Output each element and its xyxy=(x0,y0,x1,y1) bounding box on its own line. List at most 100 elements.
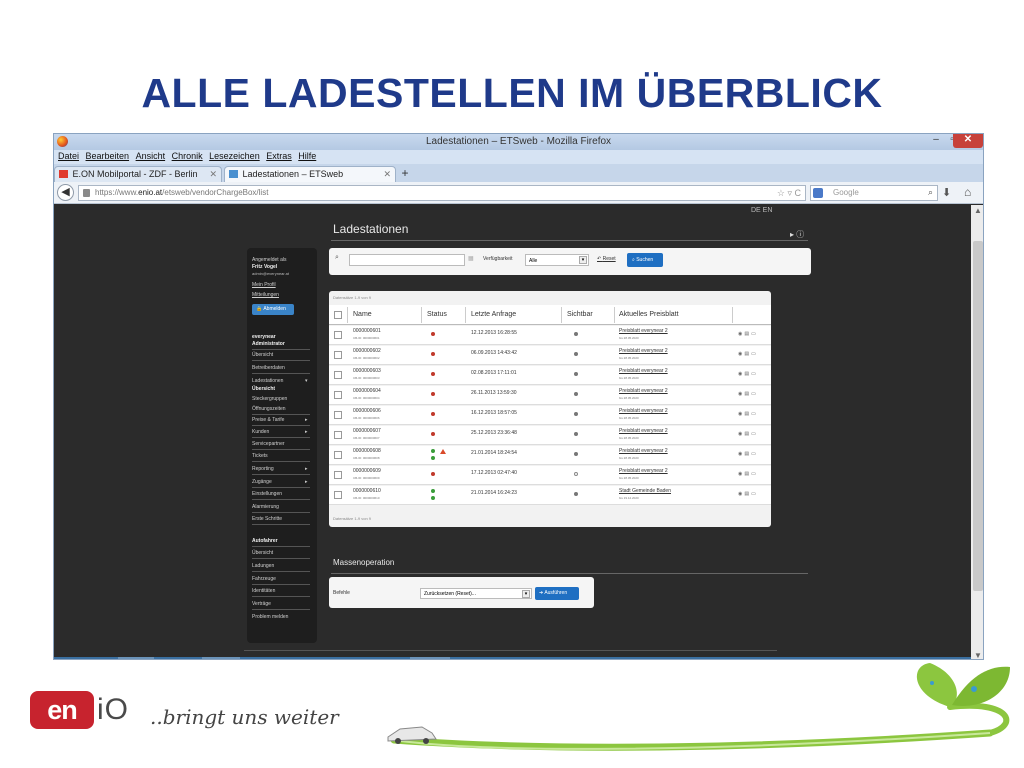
row-action-icons[interactable]: ◉▤▭ xyxy=(738,351,758,357)
taskbar-item[interactable] xyxy=(202,657,240,659)
row-checkbox[interactable] xyxy=(334,471,342,479)
download-icon[interactable]: ⬇ xyxy=(942,186,951,199)
messages-link[interactable]: Mitteilungen xyxy=(252,292,279,298)
url-bar[interactable]: https://www.enio.at/etsweb/vendorChargeB… xyxy=(78,185,806,201)
row-checkbox[interactable] xyxy=(334,491,342,499)
table-row[interactable]: 0000000609 CB-ID: 0000000609 17.12.2013 … xyxy=(329,466,771,485)
sidebar-item-vertraege[interactable]: Verträge xyxy=(252,601,271,607)
scroll-up-icon[interactable]: ▲ xyxy=(974,206,982,215)
taskbar-item[interactable] xyxy=(118,657,154,659)
price-sheet-link[interactable]: Preisblatt everynear 2 xyxy=(619,428,668,434)
menu-extras[interactable]: Extras xyxy=(266,151,292,161)
language-switch[interactable]: DE EN xyxy=(751,207,772,214)
column-header-visible[interactable]: Sichtbar xyxy=(567,311,593,318)
sidebar-item-ladestationen[interactable]: Ladestationen xyxy=(252,378,283,384)
menu-ansicht[interactable]: Ansicht xyxy=(136,151,166,161)
menu-chronik[interactable]: Chronik xyxy=(172,151,203,161)
price-sheet-link[interactable]: Preisblatt everynear 2 xyxy=(619,348,668,354)
row-action-icons[interactable]: ◉▤▭ xyxy=(738,331,758,337)
price-sheet-link[interactable]: Preisblatt everynear 2 xyxy=(619,468,668,474)
tab-close-icon[interactable]: ✕ xyxy=(209,169,217,180)
table-row[interactable]: 0000000603 CB-ID: 0000000603 02.08.2013 … xyxy=(329,366,771,385)
table-row[interactable]: 0000000604 CB-ID: 0000000604 26.11.2013 … xyxy=(329,386,771,405)
search-button[interactable]: ⌕ Suchen xyxy=(627,253,663,267)
row-checkbox[interactable] xyxy=(334,391,342,399)
sidebar-item-tickets[interactable]: Tickets xyxy=(252,453,268,459)
close-window-button[interactable]: ✕ xyxy=(953,134,983,148)
column-header-last-request[interactable]: Letzte Anfrage xyxy=(471,311,516,318)
vertical-scrollbar[interactable]: ▲ ▼ xyxy=(971,205,983,659)
sidebar-item-betreiberdaten[interactable]: Betreiberdaten xyxy=(252,365,285,371)
price-sheet-link[interactable]: Preisblatt everynear 2 xyxy=(619,368,668,374)
row-action-icons[interactable]: ◉▤▭ xyxy=(738,451,758,457)
price-sheet-link[interactable]: Preisblatt everynear 2 xyxy=(619,408,668,414)
sidebar-item-servicepartner[interactable]: Servicepartner xyxy=(252,441,285,447)
row-checkbox[interactable] xyxy=(334,431,342,439)
execute-button[interactable]: ➜ Ausführen xyxy=(535,587,579,600)
row-checkbox[interactable] xyxy=(334,351,342,359)
menu-lesezeichen[interactable]: Lesezeichen xyxy=(209,151,260,161)
sidebar-item-reporting[interactable]: Reporting xyxy=(252,466,274,472)
sidebar-item-kunden[interactable]: Kunden xyxy=(252,429,269,435)
table-row[interactable]: 0000000608 CB-ID: 0000000608 21.01.2014 … xyxy=(329,446,771,465)
row-action-icons[interactable]: ◉▤▭ xyxy=(738,411,758,417)
logout-button[interactable]: 🔒 Abmelden xyxy=(252,304,294,315)
sidebar-item-einstellungen[interactable]: Einstellungen xyxy=(252,491,282,497)
table-row[interactable]: 0000000601 CB-ID: 0000000601 12.12.2013 … xyxy=(329,326,771,345)
menu-hilfe[interactable]: Hilfe xyxy=(298,151,316,161)
sidebar-item-preise[interactable]: Preise & Tarife xyxy=(252,417,284,423)
tab-eon[interactable]: E.ON Mobilportal - ZDF - Berlin ✕ xyxy=(54,166,222,182)
profile-link[interactable]: Mein Profil xyxy=(252,282,276,288)
menu-datei[interactable]: Datei xyxy=(58,151,79,161)
reset-link[interactable]: ↶ Reset xyxy=(597,256,616,262)
table-row[interactable]: 0000000606 CB-ID: 0000000606 16.12.2013 … xyxy=(329,406,771,425)
sidebar-subitem-oeffnungszeiten[interactable]: Öffnungszeiten xyxy=(252,406,286,412)
availability-select[interactable]: Alle ▾ xyxy=(525,254,589,266)
scroll-thumb[interactable] xyxy=(973,241,983,591)
row-checkbox[interactable] xyxy=(334,411,342,419)
calendar-icon[interactable]: ▦ xyxy=(468,255,474,262)
table-row[interactable]: 0000000607 CB-ID: 0000000607 25.12.2013 … xyxy=(329,426,771,445)
price-sheet-link[interactable]: Preisblatt everynear 2 xyxy=(619,388,668,394)
search-icon[interactable]: ⌕ xyxy=(928,187,933,198)
google-engine-icon[interactable] xyxy=(813,188,823,198)
table-row[interactable]: 0000000610 CB-ID: 0000000610 21.01.2014 … xyxy=(329,486,771,505)
select-all-checkbox[interactable] xyxy=(334,311,342,319)
column-header-name[interactable]: Name xyxy=(353,311,372,318)
row-action-icons[interactable]: ◉▤▭ xyxy=(738,371,758,377)
sidebar-item-fahrzeuge[interactable]: Fahrzeuge xyxy=(252,576,276,582)
sidebar-item-erste-schritte[interactable]: Erste Schritte xyxy=(252,516,282,522)
bookmark-reload-icons[interactable]: ☆ ▿ C xyxy=(777,188,801,199)
help-icon[interactable]: ▸ ⓘ xyxy=(790,229,804,240)
row-checkbox[interactable] xyxy=(334,331,342,339)
row-checkbox[interactable] xyxy=(334,451,342,459)
price-sheet-link[interactable]: Preisblatt everynear 2 xyxy=(619,328,668,334)
menu-bearbeiten[interactable]: Bearbeiten xyxy=(86,151,130,161)
command-select[interactable]: Zurücksetzen (Reset)... ▾ xyxy=(420,588,532,599)
sidebar-subitem-uebersicht[interactable]: Übersicht xyxy=(252,386,275,392)
sidebar-item-identitaeten[interactable]: Identitäten xyxy=(252,588,275,594)
sidebar-item-uebersicht[interactable]: Übersicht xyxy=(252,352,273,358)
filter-search-input[interactable] xyxy=(349,254,465,266)
search-input[interactable]: Google ⌕ xyxy=(810,185,938,201)
back-button[interactable]: ◀ xyxy=(57,184,74,201)
column-header-price-sheet[interactable]: Aktuelles Preisblatt xyxy=(619,311,679,318)
column-header-status[interactable]: Status xyxy=(427,311,447,318)
sidebar-item-alarmierung[interactable]: Alarmierung xyxy=(252,504,279,510)
minimize-button[interactable]: – xyxy=(929,134,943,148)
sidebar-item-ladungen[interactable]: Ladungen xyxy=(252,563,274,569)
sidebar-subitem-steckergruppen[interactable]: Steckergruppen xyxy=(252,396,287,402)
sidebar-item-uebersicht-fahrer[interactable]: Übersicht xyxy=(252,550,273,556)
row-action-icons[interactable]: ◉▤▭ xyxy=(738,391,758,397)
table-row[interactable]: 0000000602 CB-ID: 0000000602 06.09.2013 … xyxy=(329,346,771,365)
row-action-icons[interactable]: ◉▤▭ xyxy=(738,491,758,497)
row-action-icons[interactable]: ◉▤▭ xyxy=(738,431,758,437)
row-action-icons[interactable]: ◉▤▭ xyxy=(738,471,758,477)
row-checkbox[interactable] xyxy=(334,371,342,379)
home-icon[interactable]: ⌂ xyxy=(964,185,971,199)
sidebar-item-problem-melden[interactable]: Problem melden xyxy=(252,614,288,620)
price-sheet-link[interactable]: Preisblatt everynear 2 xyxy=(619,448,668,454)
sidebar-item-zugaenge[interactable]: Zugänge xyxy=(252,479,272,485)
new-tab-button[interactable]: + xyxy=(397,166,413,181)
price-sheet-link[interactable]: Stadt Gemeinde Baden xyxy=(619,488,671,494)
